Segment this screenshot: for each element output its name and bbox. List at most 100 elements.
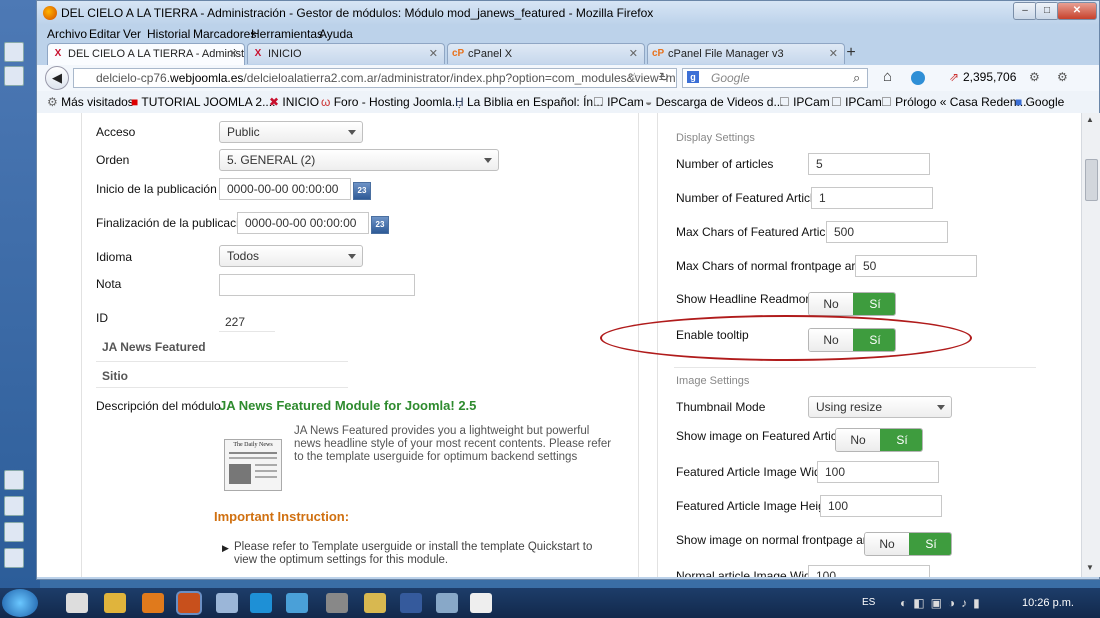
- headline-readmore-toggle[interactable]: No Sí: [808, 292, 896, 316]
- inicio-input[interactable]: 0000-00-00 00:00:00: [219, 178, 351, 200]
- scrollbar-thumb[interactable]: [1085, 159, 1098, 201]
- clock[interactable]: 10:26 p.m.: [1022, 597, 1074, 609]
- max-normal-input[interactable]: 50: [855, 255, 977, 277]
- desktop-icon[interactable]: [4, 522, 24, 542]
- tab-admin[interactable]: X DEL CIELO A LA TIERRA - Administr... ✕: [47, 43, 245, 65]
- show-img-featured-toggle[interactable]: No Sí: [835, 428, 923, 452]
- close-tab-icon[interactable]: ✕: [429, 47, 438, 60]
- image-settings-title: Image Settings: [676, 375, 750, 387]
- maximize-button[interactable]: □: [1035, 2, 1059, 20]
- minimize-button[interactable]: –: [1013, 2, 1037, 20]
- bookmark-item[interactable]: ⚙ Más visitados: [47, 95, 134, 109]
- menu-editar[interactable]: Editar: [89, 27, 120, 41]
- word-icon[interactable]: [470, 593, 492, 613]
- app-icon[interactable]: [326, 593, 348, 613]
- tray-icons[interactable]: ◐◧▣◑♪▮: [900, 596, 986, 610]
- folder-icon[interactable]: [104, 593, 126, 613]
- nota-input[interactable]: [219, 274, 415, 296]
- feat-width-input[interactable]: 100: [817, 461, 939, 483]
- notepad-icon[interactable]: [216, 593, 238, 613]
- ie-icon[interactable]: [286, 593, 308, 613]
- page-icon: ☐: [779, 95, 794, 109]
- tab-file-manager[interactable]: cP cPanel File Manager v3 ✕: [647, 43, 845, 64]
- language-indicator[interactable]: ES: [862, 597, 875, 608]
- tab-label: cPanel X: [468, 48, 513, 60]
- toggle-si[interactable]: Sí: [853, 293, 895, 315]
- skype-icon[interactable]: [250, 593, 272, 613]
- num-featured-input[interactable]: 1: [811, 187, 933, 209]
- bookmark-item[interactable]: ◒ Descarga de Videos d...: [645, 95, 783, 109]
- addon-icon[interactable]: ⚙: [1057, 70, 1068, 84]
- bookmark-item[interactable]: ☐ IPCam: [831, 95, 882, 109]
- num-articles-input[interactable]: 5: [808, 153, 930, 175]
- bookmark-item[interactable]: ☐ IPCam: [593, 95, 644, 109]
- acceso-select[interactable]: Public: [219, 121, 363, 143]
- new-tab-button[interactable]: +: [840, 44, 862, 63]
- bookmark-star-icon[interactable]: ☆: [629, 70, 640, 84]
- idioma-select[interactable]: Todos: [219, 245, 363, 267]
- app-icon[interactable]: [436, 593, 458, 613]
- scroll-up-icon[interactable]: ▲: [1086, 115, 1094, 124]
- orden-select[interactable]: 5. GENERAL (2): [219, 149, 499, 171]
- toggle-si[interactable]: Sí: [880, 429, 922, 451]
- tab-cpanel[interactable]: cP cPanel X ✕: [447, 43, 645, 64]
- chrome-icon[interactable]: [66, 593, 88, 613]
- back-button[interactable]: ◀: [45, 66, 69, 90]
- desktop-icon[interactable]: [4, 496, 24, 516]
- app-icon[interactable]: [364, 593, 386, 613]
- desktop-icon[interactable]: [4, 42, 24, 62]
- menu-ver[interactable]: Ver: [123, 27, 141, 41]
- save-icon[interactable]: [400, 593, 422, 613]
- firefox-icon[interactable]: [178, 593, 200, 613]
- menu-historial[interactable]: Historial: [147, 27, 190, 41]
- calendar-icon[interactable]: 23: [371, 216, 389, 234]
- desktop-icon[interactable]: [4, 66, 24, 86]
- bookmark-item[interactable]: ■ Google: [1015, 95, 1064, 109]
- show-img-normal-toggle[interactable]: No Sí: [864, 532, 952, 556]
- toggle-no[interactable]: No: [836, 429, 880, 451]
- tab-inicio[interactable]: X INICIO ✕: [247, 43, 445, 64]
- menu-archivo[interactable]: Archivo: [47, 27, 87, 41]
- start-button[interactable]: [2, 589, 38, 617]
- bookmark-item[interactable]: ■ TUTORIAL JOOMLA 2....: [131, 95, 275, 109]
- vertical-scrollbar[interactable]: ▲ ▼: [1081, 113, 1100, 577]
- toggle-no[interactable]: No: [865, 533, 909, 555]
- feat-height-input[interactable]: 100: [820, 495, 942, 517]
- url-bar[interactable]: delcielo-cp76.webjoomla.es/delcieloalati…: [73, 68, 677, 88]
- close-tab-icon[interactable]: ✕: [229, 47, 238, 60]
- close-tab-icon[interactable]: ✕: [829, 47, 838, 60]
- desktop-icon[interactable]: [4, 548, 24, 568]
- normal-width-input[interactable]: 100: [808, 565, 930, 577]
- search-icon[interactable]: ⌕: [853, 70, 860, 86]
- home-icon[interactable]: ⌂: [883, 68, 892, 85]
- bookmark-item[interactable]: Ḥ La Biblia en Español: Ín...: [455, 95, 603, 109]
- desktop-icon[interactable]: [4, 470, 24, 490]
- url-prefix: delcielo-cp76.: [96, 71, 171, 85]
- bookmark-item[interactable]: ω Foro - Hosting Joomla...: [321, 95, 462, 109]
- finalizacion-input[interactable]: 0000-00-00 00:00:00: [237, 212, 369, 234]
- bookmark-label: IPCam: [845, 95, 882, 109]
- media-player-icon[interactable]: [142, 593, 164, 613]
- close-window-button[interactable]: ✕: [1057, 2, 1097, 20]
- bookmark-label: La Biblia en Español: Ín...: [467, 95, 604, 109]
- chevron-down-icon: [484, 158, 492, 163]
- search-input[interactable]: Google: [682, 68, 868, 88]
- addon-icon[interactable]: ⚙: [1029, 70, 1040, 84]
- scroll-down-icon[interactable]: ▼: [1086, 563, 1094, 572]
- bookmark-item[interactable]: ☐ IPCam: [779, 95, 830, 109]
- bookmark-item[interactable]: ✖ INICIO: [269, 95, 319, 109]
- bookmark-item[interactable]: ☐ Prólogo « Casa Reden...: [881, 95, 1027, 109]
- toggle-si[interactable]: Sí: [909, 533, 951, 555]
- thumbnail-mode-select[interactable]: Using resize: [808, 396, 952, 418]
- max-featured-input[interactable]: 500: [826, 221, 948, 243]
- toggle-no[interactable]: No: [809, 293, 853, 315]
- calendar-icon[interactable]: 23: [353, 182, 371, 200]
- close-tab-icon[interactable]: ✕: [629, 47, 638, 60]
- menu-marcadores[interactable]: Marcadores: [193, 27, 256, 41]
- addon-globe-icon[interactable]: [911, 71, 925, 85]
- menu-ayuda[interactable]: Ayuda: [319, 27, 353, 41]
- menu-herramientas[interactable]: Herramientas: [251, 27, 323, 41]
- id-value: 227: [225, 315, 246, 329]
- bookmark-label: TUTORIAL JOOMLA 2....: [141, 95, 276, 109]
- reload-icon[interactable]: ↻: [659, 70, 669, 84]
